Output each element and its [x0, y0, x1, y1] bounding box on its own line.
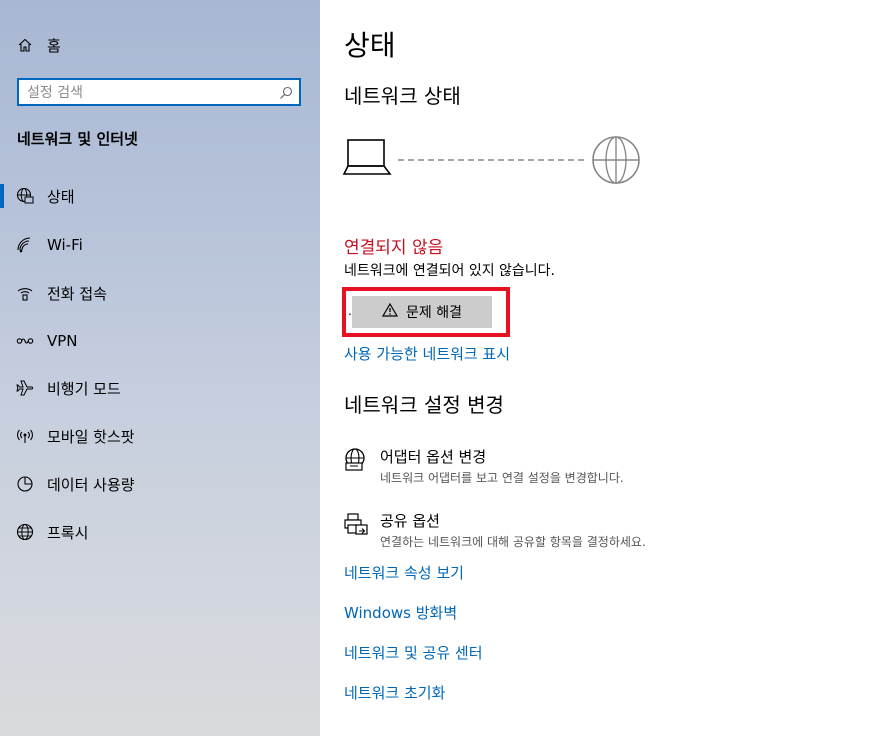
sharing-icon: [344, 512, 368, 536]
page-title: 상태: [344, 29, 396, 62]
change-settings-heading: 네트워크 설정 변경: [344, 393, 504, 417]
option-desc: 연결하는 네트워크에 대해 공유할 항목을 결정하세요.: [380, 535, 646, 549]
sidebar-item-status[interactable]: 상태: [0, 176, 320, 216]
sidebar-item-label: 데이터 사용량: [47, 475, 135, 494]
sidebar: 홈 네트워크 및 인터넷 상태 Wi-Fi 전화 접속 VPN: [0, 0, 320, 736]
warning-icon: [381, 302, 399, 321]
main-content: 상태 네트워크 상태 연결되지 않음 네트워크에 연결되어 있지 않습니다. .…: [320, 0, 870, 736]
globe-icon: [592, 136, 640, 184]
sidebar-item-label: 전화 접속: [47, 284, 107, 303]
sidebar-item-label: Wi-Fi: [47, 236, 83, 254]
airplane-icon: [16, 379, 34, 397]
sidebar-item-hotspot[interactable]: 모바일 핫스팟: [0, 416, 320, 456]
sidebar-item-vpn[interactable]: VPN: [0, 321, 320, 361]
connection-status-desc: 네트워크에 연결되어 있지 않습니다.: [344, 263, 555, 279]
sidebar-item-airplane[interactable]: 비행기 모드: [0, 368, 320, 408]
option-title: 어댑터 옵션 변경: [380, 448, 487, 466]
vpn-icon: [16, 332, 34, 350]
troubleshoot-button[interactable]: 문제 해결: [352, 296, 492, 328]
sidebar-item-home[interactable]: 홈: [0, 25, 320, 65]
search-box[interactable]: [17, 78, 301, 106]
wifi-icon: [16, 236, 34, 254]
sidebar-item-label: 홈: [47, 36, 61, 55]
network-diagram: [342, 136, 640, 184]
home-icon: [16, 36, 34, 54]
view-network-properties-link[interactable]: 네트워크 속성 보기: [344, 562, 464, 583]
sidebar-item-label: 상태: [47, 187, 75, 206]
search-icon[interactable]: [279, 85, 293, 104]
network-reset-link[interactable]: 네트워크 초기화: [344, 682, 445, 703]
data-usage-icon: [16, 475, 34, 493]
sidebar-item-proxy[interactable]: 프록시: [0, 512, 320, 552]
sidebar-item-label: 모바일 핫스팟: [47, 427, 135, 446]
hotspot-icon: [16, 427, 34, 445]
network-status-heading: 네트워크 상태: [344, 84, 461, 108]
show-available-networks-link[interactable]: 사용 가능한 네트워크 표시: [344, 343, 510, 364]
sidebar-item-label: 프록시: [47, 523, 89, 542]
sidebar-item-label: VPN: [47, 332, 78, 350]
sidebar-item-dialup[interactable]: 전화 접속: [0, 273, 320, 313]
laptop-icon: [342, 139, 392, 175]
dialup-icon: [16, 284, 34, 302]
option-desc: 네트워크 어댑터를 보고 연결 설정을 변경합니다.: [380, 471, 624, 485]
sidebar-item-label: 비행기 모드: [47, 379, 121, 398]
sidebar-item-wifi[interactable]: Wi-Fi: [0, 225, 320, 265]
windows-firewall-link[interactable]: Windows 방화벽: [344, 602, 457, 623]
option-title: 공유 옵션: [380, 512, 440, 530]
sharing-options-item[interactable]: 공유 옵션 연결하는 네트워크에 대해 공유할 항목을 결정하세요.: [344, 512, 804, 558]
adapter-options-item[interactable]: 어댑터 옵션 변경 네트워크 어댑터를 보고 연결 설정을 변경합니다.: [344, 448, 804, 494]
sidebar-item-data-usage[interactable]: 데이터 사용량: [0, 464, 320, 504]
search-input[interactable]: [25, 82, 279, 104]
connection-status-title: 연결되지 않음: [344, 238, 444, 258]
network-sharing-center-link[interactable]: 네트워크 및 공유 센터: [344, 642, 483, 663]
section-title: 네트워크 및 인터넷: [17, 130, 138, 148]
globe-icon: [16, 523, 34, 541]
adapter-icon: [344, 448, 368, 472]
troubleshoot-label: 문제 해결: [406, 305, 462, 321]
network-status-icon: [16, 187, 34, 205]
